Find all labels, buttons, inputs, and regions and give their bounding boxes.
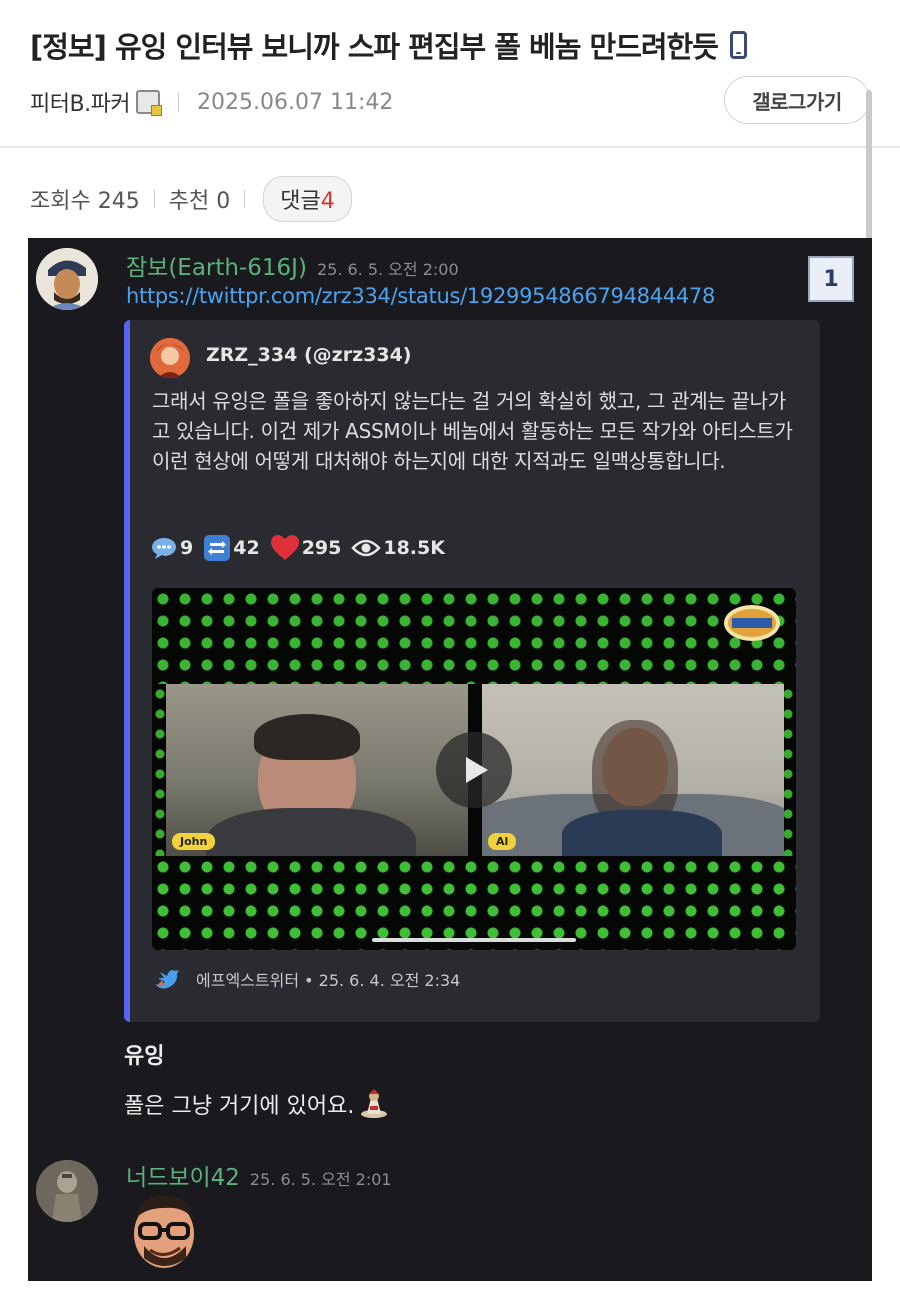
comment-time: 25. 6. 5. 오전 2:00 xyxy=(316,260,459,279)
eye-icon xyxy=(351,539,382,557)
reply-author: 유잉 xyxy=(124,1044,165,1069)
comments-label: 댓글 xyxy=(280,189,321,214)
avatar xyxy=(36,248,98,310)
retweet-stat: 42 xyxy=(203,534,260,562)
user-badge-icon xyxy=(136,90,163,116)
sticker-image xyxy=(134,1195,194,1268)
commenter-name[interactable]: 너드보이42 25. 6. 5. 오전 2:01 xyxy=(126,1158,392,1192)
embed-footer: 에프엑스트위터 • 25. 6. 4. 오전 2:34 xyxy=(152,966,460,992)
phone-icon xyxy=(729,31,747,59)
like-count: 295 xyxy=(301,537,342,559)
person-right-shirt xyxy=(562,810,722,856)
header-divider xyxy=(0,146,900,148)
retweet-icon xyxy=(204,535,231,561)
play-button[interactable] xyxy=(436,732,512,808)
video-background-bottom xyxy=(152,856,796,950)
speaker-tag-left: John xyxy=(172,833,216,850)
reply-body: 폴은 그냥 거기에 있어요. xyxy=(124,1088,388,1120)
author-name[interactable]: 피터B.파커 xyxy=(30,86,131,118)
reply-count: 9 xyxy=(180,537,194,559)
twitter-bird-icon xyxy=(155,970,179,989)
comments-count: 4 xyxy=(320,189,335,214)
divider xyxy=(178,92,180,112)
tweet-stats: 9 42 295 18.5K xyxy=(150,534,455,562)
view-count: 조회수 245 xyxy=(30,189,140,214)
gallog-button[interactable]: 갤로그가기 xyxy=(724,76,870,124)
tweet-embed[interactable]: ZRZ_334 (@zrz334) 그래서 유잉은 폴을 좋아하지 않는다는 걸… xyxy=(124,320,820,1022)
person-left-shirt xyxy=(206,808,416,856)
speech-bubble-icon xyxy=(152,538,176,559)
play-icon xyxy=(466,757,488,783)
comment-time: 25. 6. 5. 오전 2:01 xyxy=(249,1170,392,1189)
video-background-top xyxy=(152,588,796,684)
divider xyxy=(244,190,246,208)
post-date: 2025.06.07 11:42 xyxy=(197,89,394,115)
view-stat: 18.5K xyxy=(351,537,445,559)
embed-footer-text: 에프엑스트위터 • 25. 6. 4. 오전 2:34 xyxy=(196,971,461,990)
like-stat: 295 xyxy=(270,534,342,562)
post-title: [정보] 유잉 인터뷰 보니까 스파 편집부 폴 베놈 만드려한듯 xyxy=(30,30,719,64)
person-left-hair xyxy=(254,714,360,760)
sticker-icon xyxy=(361,1089,388,1118)
video-player[interactable]: John Al xyxy=(152,588,796,950)
tweet-link[interactable]: https://twittpr.com/zrz334/status/192995… xyxy=(126,284,715,308)
post-stats: 조회수 245 추천 0 댓글4 xyxy=(30,176,352,222)
avatar xyxy=(36,1160,98,1222)
post-header: [정보] 유잉 인터뷰 보니까 스파 편집부 폴 베놈 만드려한듯 xyxy=(30,24,870,66)
comment-number-badge: 1 xyxy=(808,256,854,302)
video-feed-left: John xyxy=(166,684,468,856)
embed-text: 그래서 유잉은 폴을 좋아하지 않는다는 걸 거의 확실히 했고, 그 관계는 … xyxy=(152,389,793,473)
embed-author[interactable]: ZRZ_334 (@zrz334) xyxy=(206,344,411,366)
comments-button[interactable]: 댓글4 xyxy=(263,176,352,222)
commenter-name[interactable]: 잠보(Earth-616J) 25. 6. 5. 오전 2:00 xyxy=(126,248,459,282)
video-progress[interactable] xyxy=(372,938,576,942)
video-feed-right: Al xyxy=(482,684,784,856)
speaker-tag-right: Al xyxy=(488,833,517,850)
post-meta: 피터B.파커 2025.06.07 11:42 xyxy=(30,86,393,118)
comment-screenshot: 잠보(Earth-616J) 25. 6. 5. 오전 2:00 https://… xyxy=(28,238,872,1281)
reply-text: 폴은 그냥 거기에 있어요. xyxy=(124,1094,355,1119)
view-count-embed: 18.5K xyxy=(383,537,445,559)
recommend-count: 추천 0 xyxy=(168,189,231,214)
show-logo xyxy=(724,605,780,641)
reply-stat: 9 xyxy=(150,535,193,561)
divider xyxy=(153,190,155,208)
heart-icon xyxy=(270,535,299,560)
embed-avatar xyxy=(150,338,190,378)
retweet-count: 42 xyxy=(233,537,260,559)
